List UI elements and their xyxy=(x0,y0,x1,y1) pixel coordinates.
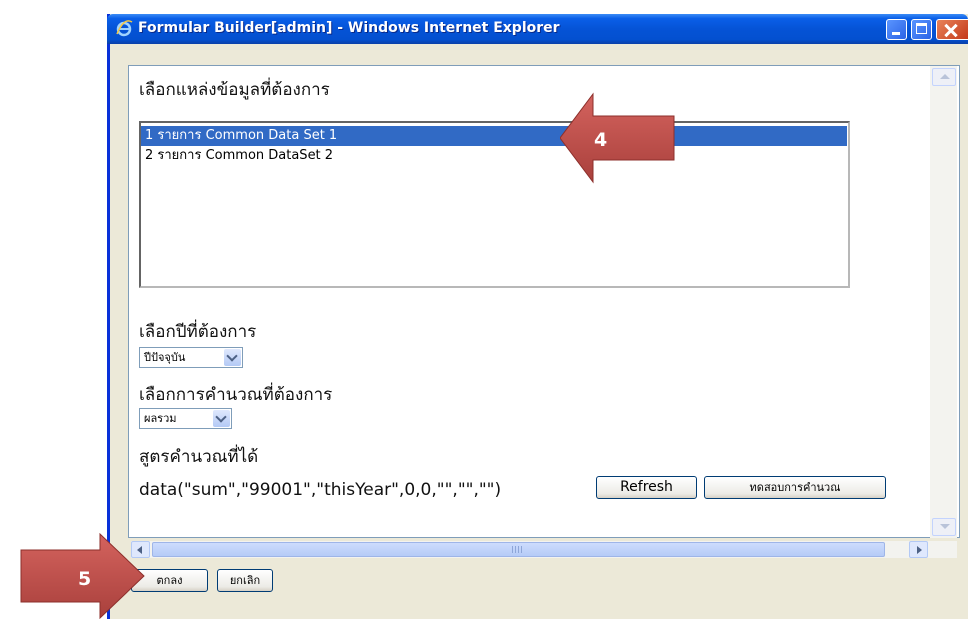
year-select-value: ปีปัจจุบัน xyxy=(144,351,186,364)
calc-select[interactable]: ผลรวม xyxy=(139,408,232,429)
step-number-4: 4 xyxy=(594,129,608,151)
chevron-down-icon[interactable] xyxy=(224,349,241,366)
internet-explorer-icon xyxy=(116,20,133,37)
scroll-grip-icon xyxy=(512,546,522,553)
list-item-source-1[interactable]: 1 รายการ Common Data Set 1 xyxy=(141,126,847,146)
callout-arrow-4 xyxy=(560,92,675,184)
year-label: เลือกปีที่ต้องการ xyxy=(139,322,257,342)
minimize-button[interactable] xyxy=(886,19,907,40)
scroll-up-button[interactable] xyxy=(932,68,956,86)
refresh-button[interactable]: Refresh xyxy=(596,476,697,499)
year-select[interactable]: ปีปัจจุบัน xyxy=(139,347,243,368)
formula-label: สูตรคำนวณที่ได้ xyxy=(139,447,259,467)
test-calculation-button[interactable]: ทดสอบการคำนวณ xyxy=(704,476,886,499)
chevron-down-icon[interactable] xyxy=(213,410,230,427)
scroll-down-button[interactable] xyxy=(932,518,956,536)
calc-select-value: ผลรวม xyxy=(144,412,177,425)
cancel-button[interactable]: ยกเลิก xyxy=(217,569,273,592)
close-button[interactable] xyxy=(936,19,968,40)
formula-text: data("sum","99001","thisYear",0,0,"","",… xyxy=(139,480,502,500)
scroll-right-button[interactable] xyxy=(909,541,928,558)
window-title: Formular Builder[admin] - Windows Intern… xyxy=(138,20,560,36)
calc-label: เลือกการคำนวณที่ต้องการ xyxy=(139,385,333,405)
list-item-source-2[interactable]: 2 รายการ Common DataSet 2 xyxy=(141,146,847,166)
step-number-5: 5 xyxy=(78,568,92,590)
source-label: เลือกแหล่งข้อมูลที่ต้องการ xyxy=(139,80,330,100)
vertical-scrollbar[interactable] xyxy=(930,66,957,538)
maximize-button[interactable] xyxy=(911,19,932,40)
